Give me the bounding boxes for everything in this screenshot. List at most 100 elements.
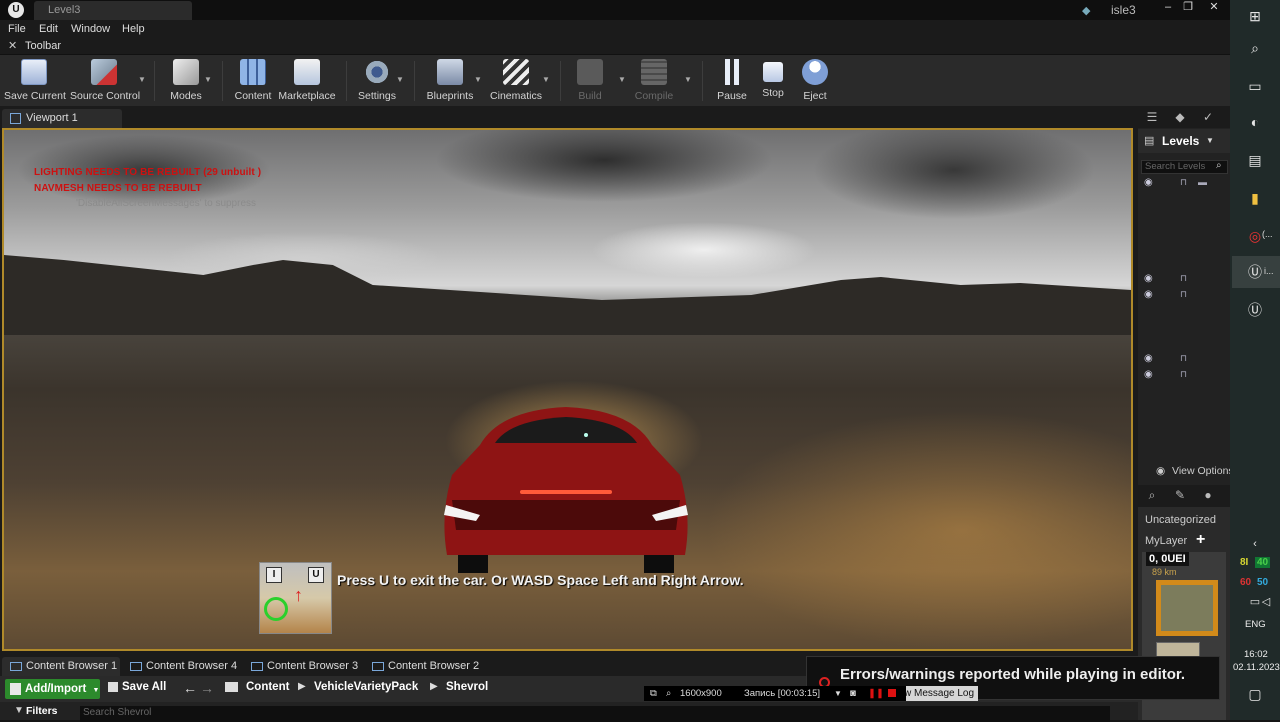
minimize-button[interactable]: – (1160, 0, 1176, 14)
lock-icon[interactable]: ⊓ (1180, 273, 1187, 284)
app-printer-icon[interactable]: ▭ (1245, 76, 1265, 96)
level-row[interactable]: ◉ ⊓ (1144, 289, 1224, 301)
level-document-tab[interactable]: Level3 (34, 1, 192, 20)
errors-warnings-message: Errors/warnings reported while playing i… (840, 666, 1186, 683)
pause-button[interactable]: Pause (714, 59, 750, 105)
filters-button[interactable]: Filters (26, 705, 58, 717)
breadcrumb-vehiclevarietypack[interactable]: VehicleVarietyPack (314, 681, 418, 693)
eject-button[interactable]: Eject (798, 59, 832, 105)
level-row[interactable]: ◉ ⊓ (1144, 353, 1224, 365)
modes-label: Modes (170, 90, 202, 102)
compile-button[interactable]: Compile (632, 59, 676, 105)
lock-icon[interactable]: ⊓ (1180, 289, 1187, 300)
save-current-label: Save Current (4, 90, 66, 102)
breadcrumb-shevrol[interactable]: Shevrol (446, 681, 488, 693)
unreal-launcher-icon[interactable]: Ⓤ (1245, 300, 1265, 320)
visibility-eye-icon[interactable]: ◉ (1144, 353, 1153, 364)
settings-caret-icon[interactable]: ▼ (396, 75, 404, 84)
list-view-icon[interactable]: ☰ (1144, 110, 1160, 126)
clock-date[interactable]: 02.11.2023 (1233, 662, 1280, 673)
layer-mylayer[interactable]: MyLayer (1145, 535, 1187, 547)
build-button[interactable]: Build (570, 59, 610, 105)
stop-button[interactable]: Stop (756, 59, 790, 105)
tab-content-browser-1[interactable]: Content Browser 1 (2, 657, 120, 676)
menu-edit[interactable]: Edit (39, 23, 58, 35)
cinematics-caret-icon[interactable]: ▼ (542, 75, 550, 84)
lock-icon[interactable]: ⊓ (1180, 177, 1187, 188)
camera-icon[interactable]: ◙ (850, 686, 856, 701)
tab-content-browser-2[interactable]: Content Browser 2 (364, 657, 482, 676)
layer-uncategorized[interactable]: Uncategorized (1145, 514, 1216, 526)
folder-icon[interactable]: ▮ (1245, 188, 1265, 208)
close-button[interactable]: ✕ (1206, 0, 1222, 14)
filter-icon: ▼ (14, 705, 24, 716)
breadcrumb-separator-icon[interactable]: ▶ (298, 681, 306, 692)
settings-button[interactable]: Settings (356, 59, 398, 105)
stop-record-icon[interactable] (888, 689, 896, 697)
add-import-button[interactable]: Add/Import ▼ (5, 679, 100, 699)
brush-icon[interactable]: ✎ (1172, 488, 1188, 504)
visibility-eye-icon[interactable]: ◉ (1144, 177, 1153, 188)
modes-caret-icon[interactable]: ▼ (204, 75, 212, 84)
app-document-icon[interactable]: ▤ (1245, 150, 1265, 170)
tab-content-browser-3[interactable]: Content Browser 3 (243, 657, 361, 676)
forward-arrow-icon[interactable]: → (200, 680, 214, 696)
details-tab-icon[interactable]: ✓ (1200, 110, 1216, 126)
add-layer-button[interactable]: + (1196, 531, 1205, 549)
breadcrumb-separator-icon[interactable]: ▶ (430, 681, 438, 692)
content-button[interactable]: Content (232, 59, 274, 105)
show-message-log-button[interactable]: w Message Log (900, 686, 978, 701)
lock-icon[interactable]: ⊓ (1180, 369, 1187, 380)
marketplace-button[interactable]: Marketplace (278, 59, 336, 105)
blueprints-button[interactable]: Blueprints (424, 59, 476, 105)
viewport-tab[interactable]: Viewport 1 (2, 109, 122, 128)
compile-caret-icon[interactable]: ▼ (684, 75, 692, 84)
search-icon[interactable]: ⌕ (1245, 38, 1265, 58)
levels-dropdown-icon[interactable]: ▼ (1206, 136, 1214, 145)
source-control-caret-icon[interactable]: ▼ (138, 75, 146, 84)
levels-header[interactable]: ▤ Levels ▼ (1138, 129, 1230, 153)
chevron-left-icon[interactable]: ‹ (1245, 534, 1265, 554)
toolbar-divider (560, 61, 561, 101)
view-options-button[interactable]: ◉ View Options (1156, 465, 1234, 477)
level-row[interactable]: ◉ ⊓ (1144, 369, 1224, 381)
notifications-icon[interactable]: ▢ (1245, 684, 1265, 704)
save-all-button[interactable]: Save All (108, 681, 166, 693)
search-levels-input[interactable]: Search Levels (1141, 160, 1228, 174)
lock-icon[interactable]: ⊓ (1180, 353, 1187, 364)
back-arrow-icon[interactable]: ← (183, 680, 197, 696)
unreal-taskbar-icon[interactable]: Ⓤ (1245, 262, 1265, 282)
breadcrumb-content[interactable]: Content (246, 681, 289, 693)
app-paint-icon[interactable]: ◐ (1245, 112, 1265, 132)
levels-tab-icon[interactable]: ◆ (1172, 110, 1188, 126)
cinematics-button[interactable]: Cinematics (488, 59, 544, 105)
toolbar-tab[interactable]: ✕ Toolbar (0, 38, 1230, 54)
visibility-eye-icon[interactable]: ◉ (1144, 273, 1153, 284)
globe-icon[interactable]: ● (1200, 488, 1216, 504)
save-current-button[interactable]: Save Current (4, 59, 66, 105)
visibility-eye-icon[interactable]: ◉ (1144, 369, 1153, 380)
pause-record-icon[interactable]: ❚❚ (868, 686, 884, 701)
unreal-editor-window: U Level3 ◆ isle3 – ❐ ✕ File Edit Window … (0, 0, 1234, 722)
visibility-eye-icon[interactable]: ◉ (1144, 289, 1153, 300)
source-control-button[interactable]: Source Control (70, 59, 140, 105)
menu-window[interactable]: Window (71, 23, 110, 35)
build-caret-icon[interactable]: ▼ (618, 75, 626, 84)
menu-help[interactable]: Help (122, 23, 145, 35)
blueprints-caret-icon[interactable]: ▼ (474, 75, 482, 84)
modes-button[interactable]: Modes (166, 59, 206, 105)
recorder-dropdown-icon[interactable]: ▼ (834, 686, 842, 701)
clock-time[interactable]: 16:02 (1244, 649, 1268, 660)
search-icon[interactable]: ⌕ (1144, 488, 1160, 504)
language-indicator[interactable]: ENG (1245, 619, 1266, 630)
maximize-button[interactable]: ❐ (1180, 0, 1196, 14)
menu-file[interactable]: File (8, 23, 26, 35)
color-icon[interactable]: ▬ (1198, 177, 1207, 187)
tab-content-browser-4[interactable]: Content Browser 4 (122, 657, 240, 676)
windows-start-icon[interactable]: ⊞ (1245, 6, 1265, 26)
game-viewport[interactable]: LIGHTING NEEDS TO BE REBUILT (29 unbuilt… (2, 128, 1133, 651)
volume-icon[interactable]: ◁ (1256, 592, 1276, 612)
level-row[interactable]: ◉ ⊓ ▬ (1144, 177, 1224, 189)
level-row[interactable]: ◉ ⊓ (1144, 273, 1224, 285)
search-icon[interactable]: ⌕ (1216, 160, 1222, 171)
